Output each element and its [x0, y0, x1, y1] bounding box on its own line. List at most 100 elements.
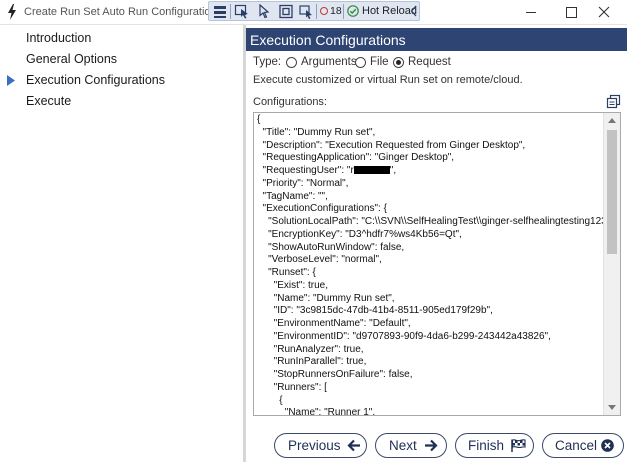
scroll-down-arrow-icon[interactable] [608, 405, 616, 410]
nav-item-label: General Options [26, 52, 118, 66]
configurations-editor[interactable]: { "Title": "Dummy Run set", "Description… [253, 112, 621, 416]
code-line-text: { [257, 394, 283, 406]
type-label: Type: [253, 56, 282, 68]
close-button[interactable] [581, 0, 627, 25]
cursor-select-icon[interactable] [256, 4, 272, 19]
live-visual-tree-icon[interactable] [212, 4, 228, 19]
toolbar-separator [316, 4, 317, 19]
code-line: "SolutionLocalPath": "C:\\SVN\\SelfHeali… [257, 216, 613, 229]
code-line: "Title": "Dummy Run set", [257, 127, 603, 140]
code-line-suffix: ", [389, 165, 397, 176]
next-button[interactable]: Next [375, 433, 447, 458]
toolbar-separator [230, 4, 231, 19]
arrow-left-icon [347, 439, 360, 452]
button-label: Finish [468, 438, 505, 453]
code-line-text: "EncryptionKey": "D3^hdfr7%ws4Kb56=Qt", [257, 228, 462, 240]
nav-item-execute[interactable]: Execute [0, 91, 243, 112]
code-line: "RequestingUser": "r ", [257, 165, 603, 178]
code-line: "Name": "Dummy Run set", [257, 293, 603, 306]
finish-button[interactable]: Finish [455, 433, 534, 458]
code-line: "Runset": { [257, 267, 603, 280]
code-line: "Name": "Runner 1", [257, 407, 603, 415]
code-line-text: "Title": "Dummy Run set", [257, 126, 376, 138]
scrollbar-thumb[interactable] [607, 130, 617, 254]
code-line: "RunAnalyzer": true, [257, 344, 603, 357]
current-step-arrow-icon [7, 75, 15, 86]
nav-item-general-options[interactable]: General Options [0, 49, 243, 70]
radio-circle [286, 57, 297, 68]
configurations-code: { "Title": "Dummy Run set", "Description… [257, 114, 613, 415]
code-line: "Exist": true, [257, 280, 603, 293]
code-line: "ExecutionConfigurations": { [257, 203, 603, 216]
track-focused-element-icon[interactable] [298, 4, 314, 19]
toolbar-separator [343, 4, 344, 19]
code-line-text: "RunInParallel": true, [257, 356, 367, 368]
nav-item-execution-configurations[interactable]: Execution Configurations [0, 70, 243, 91]
radio-file[interactable]: File [355, 56, 390, 70]
code-line-text: "RunAnalyzer": true, [257, 343, 364, 355]
nav-item-label: Execution Configurations [26, 73, 165, 87]
scroll-up-arrow-icon[interactable] [608, 118, 616, 123]
code-line-text: "RequestingUser": "r [257, 165, 354, 176]
code-line: "EnvironmentID": "d9707893-90f9-4da6-b29… [257, 331, 603, 344]
cancel-button[interactable]: Cancel [542, 433, 624, 458]
radio-request[interactable]: Request [393, 56, 451, 70]
app-icon [8, 4, 16, 20]
previous-button[interactable]: Previous [274, 433, 367, 458]
code-line: "EncryptionKey": "D3^hdfr7%ws4Kb56=Qt", [257, 229, 603, 242]
close-circle-icon [601, 439, 614, 452]
display-layout-adorners-icon[interactable] [278, 4, 294, 19]
button-label: Cancel [555, 438, 598, 453]
window-title: Create Run Set Auto Run Configuration [24, 6, 217, 18]
radio-label: File [370, 56, 389, 68]
code-line-text: "ShowAutoRunWindow": false, [257, 241, 405, 253]
type-description: Execute customized or virtual Run set on… [253, 74, 523, 86]
title-bar: Create Run Set Auto Run Configuration 18 [0, 0, 627, 25]
hot-reload-button[interactable]: Hot Reload [345, 2, 417, 20]
code-line: { [257, 395, 603, 408]
code-line-text: "ExecutionConfigurations": { [257, 203, 387, 215]
debug-toolbar: 18 Hot Reload [208, 1, 420, 21]
radio-selected-dot [396, 60, 401, 65]
code-line-text: "RequestingApplication": "Ginger Desktop… [257, 152, 455, 164]
code-line-text: "ID": "3c9815dc-47db-41b4-8511-905ed179f… [257, 305, 493, 317]
button-label: Previous [288, 438, 341, 453]
button-label: Next [389, 438, 417, 453]
configurations-label: Configurations: [253, 96, 327, 108]
code-line: "EnvironmentName": "Default", [257, 318, 603, 331]
binding-failures-count[interactable]: 18 [320, 5, 342, 17]
code-line-text: "Priority": "Normal", [257, 177, 349, 189]
copy-icon[interactable] [606, 94, 621, 109]
vertical-scrollbar[interactable] [603, 113, 620, 415]
nav-item-introduction[interactable]: Introduction [0, 28, 243, 49]
code-line-text: "Description": "Execution Requested from… [257, 139, 526, 151]
radio-arguments[interactable]: Arguments [286, 56, 357, 70]
code-line-text: "TagName": "", [257, 190, 328, 202]
code-line: "TagName": "", [257, 191, 603, 204]
checkered-flag-icon [511, 439, 526, 452]
code-line-text: "VerboseLevel": "normal", [257, 254, 382, 266]
code-line-text: "EnvironmentID": "d9707893-90f9-4da6-b29… [257, 330, 551, 342]
code-line-text: "Runners": [ [257, 381, 327, 393]
check-circle-icon [347, 5, 359, 17]
code-line-text: "Name": "Dummy Run set", [257, 292, 395, 304]
chevron-left-icon[interactable] [409, 5, 419, 17]
code-line-text: "EnvironmentName": "Default", [257, 318, 411, 329]
code-line: "RunInParallel": true, [257, 356, 603, 369]
code-line: "ShowAutoRunWindow": false, [257, 242, 603, 255]
nav-item-label: Execute [26, 94, 72, 108]
code-line-text: { [257, 114, 261, 125]
code-line: "StopRunnersOnFailure": false, [257, 369, 603, 382]
select-element-icon[interactable] [234, 4, 250, 19]
code-line: "ID": "3c9815dc-47db-41b4-8511-905ed179f… [257, 305, 603, 318]
code-line-text: "Runset": { [257, 267, 316, 278]
wizard-steps-nav: Introduction General Options Execution C… [0, 25, 243, 462]
redacted-text-block [353, 166, 390, 174]
code-line: "Priority": "Normal", [257, 178, 603, 191]
execution-configurations-page: Execution Configurations Type: Arguments… [246, 25, 627, 462]
code-line: "Description": "Execution Requested from… [257, 140, 603, 153]
page-header: Execution Configurations [246, 28, 627, 51]
radio-label: Arguments [301, 56, 357, 68]
code-line: "VerboseLevel": "normal", [257, 254, 603, 267]
page-title: Execution Configurations [250, 32, 406, 48]
